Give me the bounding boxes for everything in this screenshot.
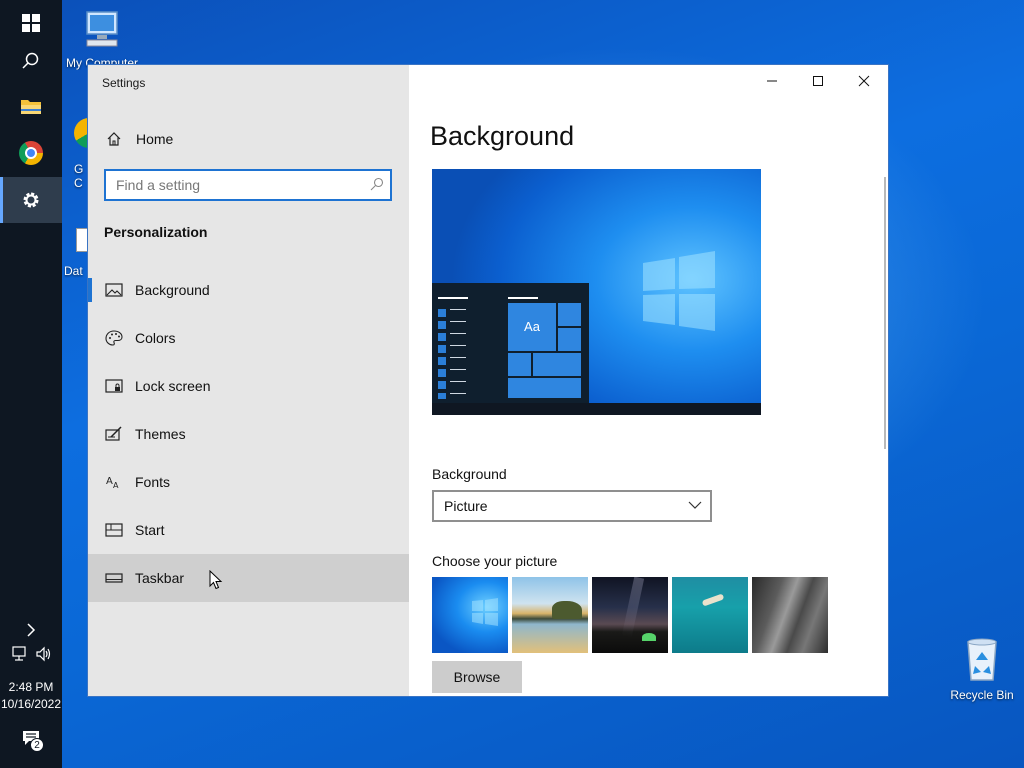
- start-icon: [105, 523, 123, 537]
- nav-home-label: Home: [136, 131, 174, 147]
- desktop-icon-my-computer[interactable]: My Computer: [62, 8, 142, 72]
- background-type-dropdown[interactable]: Picture: [432, 490, 712, 522]
- picture-thumbnail-4[interactable]: [672, 577, 748, 653]
- nav-item-taskbar[interactable]: Taskbar: [88, 554, 409, 602]
- background-type-value: Picture: [444, 498, 488, 514]
- maximize-icon: [813, 76, 823, 86]
- recycle-bin-icon: [967, 638, 997, 681]
- nav-item-background[interactable]: Background: [88, 266, 409, 314]
- desktop-icon-recycle-bin[interactable]: Recycle Bin: [946, 636, 1018, 706]
- picture-thumbnail-1[interactable]: [432, 577, 508, 653]
- nav-home[interactable]: Home: [88, 125, 409, 153]
- nav-item-label: Start: [135, 522, 165, 538]
- search-icon: [22, 52, 39, 69]
- settings-navigation-pane: Settings Home Personalization Backg: [88, 65, 409, 696]
- picture-thumbnail-3[interactable]: [592, 577, 668, 653]
- gear-icon: [23, 192, 39, 208]
- page-title: Background: [430, 121, 575, 151]
- picture-icon: [105, 283, 123, 297]
- taskbar: 2:48 PM 10/16/2022 2: [0, 0, 62, 768]
- nav-list: Background Colors Lock screen Themes A A…: [88, 266, 409, 602]
- preview-tile-label: Aa: [508, 303, 556, 351]
- taskbar-icon: [105, 573, 123, 583]
- browse-button[interactable]: Browse: [432, 661, 522, 693]
- action-center-button[interactable]: 2: [20, 728, 48, 754]
- background-preview: Aa: [432, 169, 761, 415]
- clock-date[interactable]: 10/16/2022: [0, 697, 62, 711]
- chrome-icon: [19, 141, 43, 165]
- search-icon[interactable]: [370, 177, 384, 191]
- volume-icon[interactable]: [35, 646, 53, 662]
- nav-item-themes[interactable]: Themes: [88, 410, 409, 458]
- palette-icon: [105, 330, 123, 346]
- nav-item-label: Colors: [135, 330, 176, 346]
- svg-text:A: A: [113, 481, 119, 490]
- computer-icon: [86, 11, 118, 47]
- file-explorer-button[interactable]: [0, 83, 62, 129]
- close-button[interactable]: [841, 65, 887, 97]
- picture-thumbnail-2[interactable]: [512, 577, 588, 653]
- clock-time[interactable]: 2:48 PM: [0, 680, 62, 694]
- nav-item-start[interactable]: Start: [88, 506, 409, 554]
- content-scrollbar[interactable]: [884, 177, 886, 449]
- nav-item-label: Taskbar: [135, 570, 185, 586]
- close-icon: [858, 75, 870, 87]
- network-icon[interactable]: [12, 646, 30, 662]
- windows-logo-light-icon: [643, 251, 715, 331]
- windows-logo-light-icon: [472, 598, 498, 626]
- search-input[interactable]: [116, 176, 361, 194]
- chrome-button[interactable]: [0, 130, 62, 176]
- nav-item-label: Lock screen: [135, 378, 211, 394]
- nav-item-label: Background: [135, 282, 210, 298]
- fonts-icon: A A: [106, 476, 119, 490]
- mouse-pointer-icon: [209, 570, 223, 590]
- chevron-right-icon: [27, 623, 36, 637]
- desktop-icon-label: Recycle Bin: [950, 688, 1014, 702]
- choose-picture-label: Choose your picture: [432, 553, 558, 569]
- search-button[interactable]: [0, 38, 62, 84]
- settings-taskbar-button[interactable]: [0, 177, 62, 223]
- themes-icon: [105, 426, 122, 441]
- background-type-label: Background: [432, 466, 507, 482]
- nav-item-label: Fonts: [135, 474, 171, 490]
- settings-content-pane: Background Aa Background Picture Choose …: [409, 65, 888, 696]
- picture-thumbnails: [432, 577, 832, 653]
- notification-badge: 2: [30, 738, 44, 752]
- preview-start-menu: Aa: [432, 283, 589, 403]
- settings-window: Settings Home Personalization Backg: [87, 64, 889, 697]
- nav-item-fonts[interactable]: A A Fonts: [88, 458, 409, 506]
- minimize-button[interactable]: [749, 65, 795, 97]
- preview-taskbar: [432, 403, 761, 415]
- lock-screen-icon: [105, 379, 123, 393]
- nav-item-colors[interactable]: Colors: [88, 314, 409, 362]
- svg-text:A: A: [106, 476, 113, 487]
- nav-item-lock-screen[interactable]: Lock screen: [88, 362, 409, 410]
- picture-thumbnail-5[interactable]: [752, 577, 828, 653]
- minimize-icon: [767, 80, 777, 82]
- home-icon: [107, 132, 121, 146]
- nav-item-label: Themes: [135, 426, 186, 442]
- chevron-down-icon: [688, 501, 702, 509]
- windows-logo-icon: [22, 14, 40, 32]
- settings-search-box[interactable]: [104, 169, 392, 201]
- nav-section-title: Personalization: [104, 224, 208, 240]
- window-title: Settings: [102, 76, 146, 90]
- maximize-button[interactable]: [795, 65, 841, 97]
- folder-icon: [21, 100, 41, 114]
